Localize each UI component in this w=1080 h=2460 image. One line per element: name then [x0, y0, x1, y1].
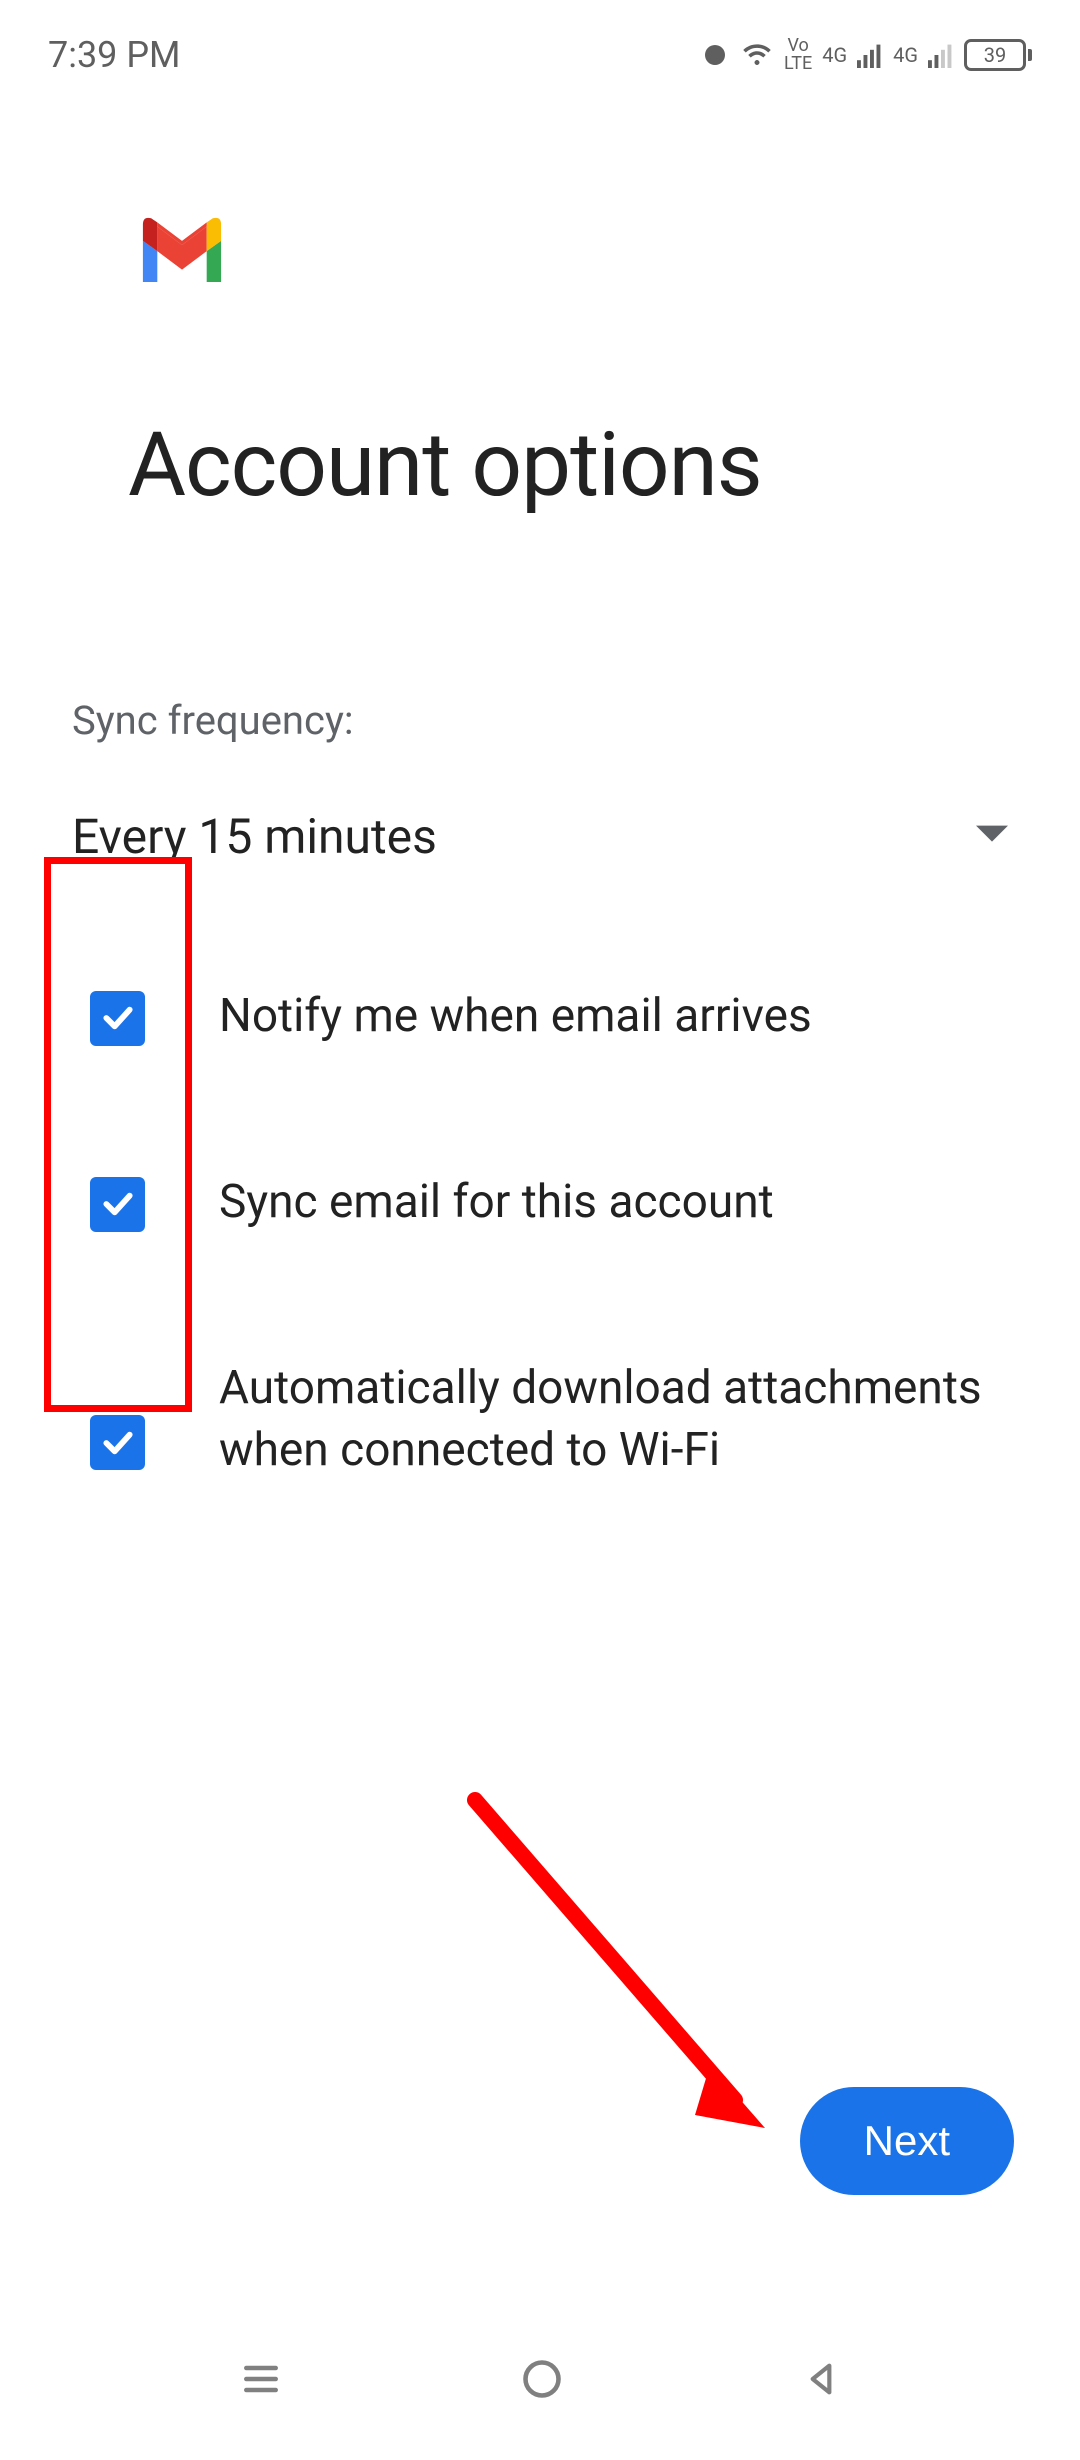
navigation-bar — [0, 2357, 1080, 2405]
option-notify[interactable]: Notify me when email arrives — [72, 985, 1008, 1047]
nav-home-icon[interactable] — [520, 2357, 564, 2405]
dropdown-value: Every 15 minutes — [72, 808, 437, 865]
option-auto-download-label: Automatically download attachments when … — [219, 1357, 1008, 1481]
page-title: Account options — [128, 412, 1008, 517]
sync-frequency-label: Sync frequency: — [72, 697, 1008, 744]
main-content: Account options Sync frequency: Every 15… — [0, 90, 1080, 1481]
option-auto-download[interactable]: Automatically download attachments when … — [72, 1357, 1008, 1481]
volte-bottom: LTE — [784, 55, 812, 73]
chevron-down-icon — [976, 825, 1008, 849]
status-bar: 7:39 PM Vo LTE 4G 4G 39 — [0, 0, 1080, 90]
battery-level: 39 — [964, 39, 1026, 71]
check-icon — [98, 1423, 138, 1463]
signal-icon-2 — [928, 42, 954, 68]
checkbox-notify[interactable] — [90, 991, 145, 1046]
checkbox-auto-download[interactable] — [90, 1415, 145, 1470]
network-label-2: 4G — [893, 43, 918, 67]
wifi-icon — [740, 40, 774, 70]
sync-frequency-dropdown[interactable]: Every 15 minutes — [72, 808, 1008, 865]
nav-back-icon[interactable] — [801, 2359, 841, 2403]
annotation-arrow — [455, 1780, 815, 2180]
network-label-1: 4G — [822, 43, 847, 67]
option-notify-label: Notify me when email arrives — [219, 985, 1008, 1047]
check-icon — [98, 1184, 138, 1224]
next-button[interactable]: Next — [800, 2087, 1014, 2195]
status-right: Vo LTE 4G 4G 39 — [700, 37, 1032, 73]
option-sync-label: Sync email for this account — [219, 1171, 1008, 1233]
check-icon — [98, 998, 138, 1038]
volte-indicator: Vo LTE — [784, 37, 812, 73]
signal-icon-1 — [857, 42, 883, 68]
battery-indicator: 39 — [964, 39, 1032, 71]
nav-recent-icon[interactable] — [239, 2357, 283, 2405]
alarm-icon — [700, 40, 730, 70]
gmail-logo-icon — [134, 210, 230, 282]
battery-tip — [1028, 49, 1032, 61]
option-sync[interactable]: Sync email for this account — [72, 1171, 1008, 1233]
status-time: 7:39 PM — [48, 34, 181, 76]
options-list: Notify me when email arrives Sync email … — [72, 985, 1008, 1481]
checkbox-sync[interactable] — [90, 1177, 145, 1232]
